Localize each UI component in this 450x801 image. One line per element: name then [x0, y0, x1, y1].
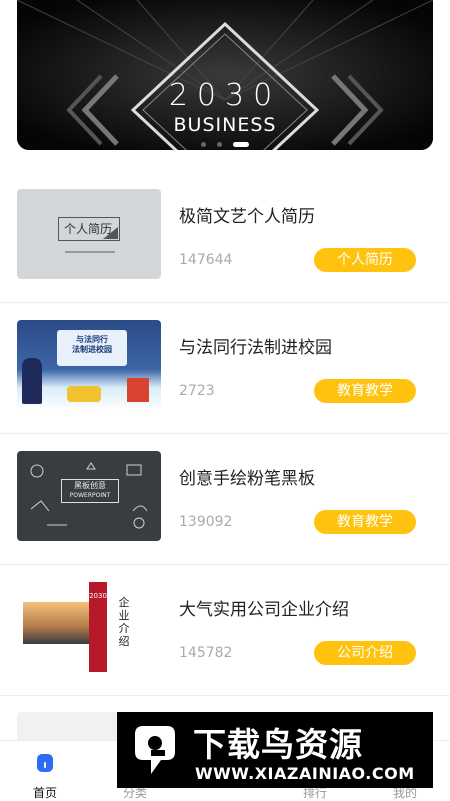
tab-home[interactable]: 首页 — [0, 741, 90, 801]
thumbnail-text: 与法同行 — [76, 335, 108, 344]
thumbnail-company-intro: 2030 企业介绍 — [17, 582, 161, 672]
list-item[interactable]: 黑板创意 POWERPOINT 创意手绘粉笔黑板 139092 教育教学 — [0, 434, 450, 565]
thumbnail-text: 个人简历 — [63, 222, 112, 236]
carousel-dots — [17, 134, 433, 150]
tab-label: 首页 — [32, 786, 57, 800]
home-icon — [37, 754, 53, 772]
item-title: 创意手绘粉笔黑板 — [179, 469, 315, 489]
list-item[interactable]: 个人简历 极简文艺个人简历 147644 个人简历 — [0, 172, 450, 303]
thumbnail-text: 2030 — [89, 592, 107, 600]
item-title: 极简文艺个人简历 — [179, 207, 315, 227]
watermark-title: 下载鸟资源 — [193, 725, 363, 764]
thumbnail-text: POWERPOINT — [69, 492, 111, 499]
category-tag[interactable]: 教育教学 — [314, 379, 416, 403]
item-count: 147644 — [179, 252, 233, 268]
item-count: 145782 — [179, 645, 233, 661]
thumbnail-text: 黑板创意 — [74, 481, 106, 490]
top-banner[interactable]: 2030 BUSINESS — [17, 0, 433, 150]
category-tag[interactable]: 公司介绍 — [314, 641, 416, 665]
item-title: 与法同行法制进校园 — [179, 338, 332, 358]
banner-year: 2030 — [168, 78, 282, 113]
carousel-dot[interactable] — [200, 142, 206, 147]
thumbnail-chalkboard: 黑板创意 POWERPOINT — [17, 451, 161, 541]
watermark-url: WWW.XIAZAINIAO.COM — [195, 764, 415, 783]
carousel-dot[interactable] — [217, 142, 222, 147]
item-title: 大气实用公司企业介绍 — [179, 600, 349, 620]
item-count: 2723 — [179, 383, 215, 399]
thumbnail-text: 企业介绍 — [118, 596, 130, 648]
category-tag[interactable]: 个人简历 — [314, 248, 416, 272]
thumbnail-law-campus: 与法同行 法制进校园 — [17, 320, 161, 410]
item-count: 139092 — [179, 514, 233, 530]
thumbnail-text: 法制进校园 — [72, 345, 112, 354]
template-list: 个人简历 极简文艺个人简历 147644 个人简历 与法同行 法制进校园 与法同… — [0, 172, 450, 696]
list-item[interactable]: 与法同行 法制进校园 与法同行法制进校园 2723 教育教学 — [0, 303, 450, 434]
thumbnail-resume: 个人简历 — [17, 189, 161, 279]
category-tag[interactable]: 教育教学 — [314, 510, 416, 534]
carousel-dot-active[interactable] — [233, 142, 250, 147]
banner-subtitle: BUSINESS — [173, 114, 277, 136]
watermark-overlay: 下载鸟资源 WWW.XIAZAINIAO.COM — [117, 712, 433, 788]
list-item[interactable]: 2030 企业介绍 大气实用公司企业介绍 145782 公司介绍 — [0, 565, 450, 696]
bird-logo-icon — [135, 726, 175, 774]
